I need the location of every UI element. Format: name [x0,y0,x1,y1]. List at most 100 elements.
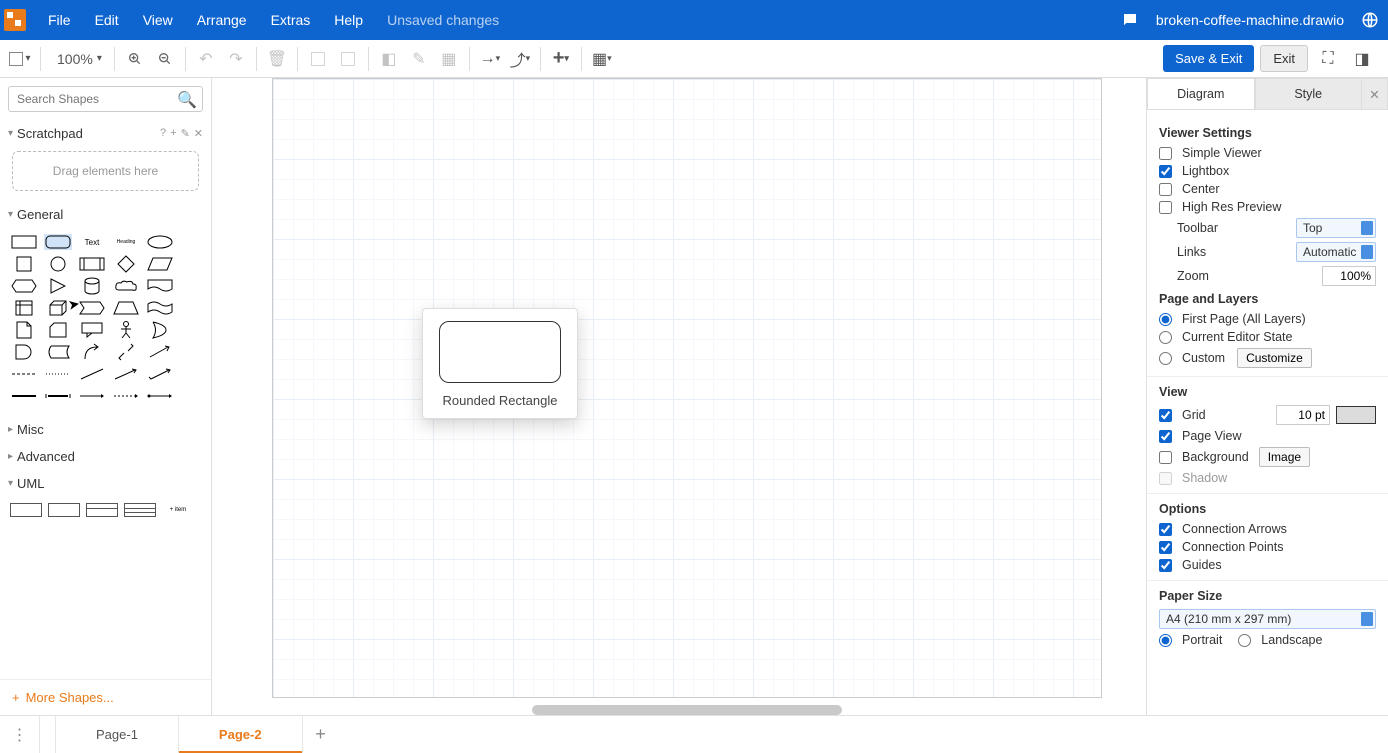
waypoint-style-button[interactable]: ⤴ ▾ [506,45,534,73]
diamond-shape[interactable] [112,256,140,272]
blank-shape-2[interactable] [180,256,208,272]
background-checkbox[interactable] [1159,451,1172,464]
line-arrow-1-shape[interactable] [112,366,140,382]
blank-shape[interactable] [180,234,208,250]
delete-button[interactable]: 🗑 [263,45,291,73]
line-arrow-2-shape[interactable] [146,366,174,382]
arrow-shape[interactable] [146,344,174,360]
text-shape[interactable]: Text [78,234,106,250]
line-color-button[interactable]: ✎ [405,45,433,73]
horizontal-scrollbar[interactable] [532,705,842,715]
uml-interface-shape[interactable] [86,503,118,517]
menu-extras[interactable]: Extras [259,0,323,40]
blank-shape-8[interactable] [180,388,208,404]
curve-arrow-shape[interactable] [78,344,106,360]
background-image-button[interactable]: Image [1259,447,1310,467]
misc-section[interactable]: ▸ Misc [0,416,211,443]
trapezoid-shape[interactable] [112,300,140,316]
or-shape[interactable] [146,322,174,338]
custom-radio[interactable] [1159,352,1172,365]
format-panel-toggle[interactable]: ◨ [1348,45,1376,73]
toolbar-pos-select[interactable]: Top [1296,218,1376,238]
uml-object-shape[interactable] [10,503,42,517]
portrait-radio[interactable] [1159,634,1172,647]
page-tab-2[interactable]: Page-2 [179,716,303,753]
redo-button[interactable]: ↷ [222,45,250,73]
document-shape[interactable] [146,278,174,294]
fill-color-button[interactable]: ◧ [375,45,403,73]
zoom-out-button[interactable] [151,45,179,73]
menu-edit[interactable]: Edit [83,0,131,40]
connector-1-shape[interactable] [10,388,38,404]
scratchpad-close-icon[interactable]: ✕ [194,127,203,140]
actor-shape[interactable] [112,322,140,338]
dashed-line-shape[interactable] [10,366,38,382]
zoom-in-button[interactable] [121,45,149,73]
menu-help[interactable]: Help [322,0,375,40]
globe-icon[interactable] [1356,6,1384,34]
more-shapes-button[interactable]: + More Shapes... [0,679,211,715]
cylinder-shape[interactable] [78,278,106,294]
center-checkbox[interactable] [1159,183,1172,196]
bidirectional-arrow-shape[interactable] [112,344,140,360]
page-view-checkbox[interactable] [1159,430,1172,443]
add-page-button[interactable]: + [303,716,339,753]
blank-shape-7[interactable] [180,366,208,382]
to-back-button[interactable] [334,45,362,73]
conn-points-checkbox[interactable] [1159,541,1172,554]
undo-button[interactable]: ↶ [192,45,220,73]
uml-item-shape[interactable]: + item [162,503,194,517]
scratchpad-edit-icon[interactable]: ✎ [181,127,190,140]
square-shape[interactable] [10,256,38,272]
tab-close-button[interactable]: ✕ [1362,78,1388,109]
connector-4-shape[interactable] [112,388,140,404]
simple-viewer-checkbox[interactable] [1159,147,1172,160]
rounded-rectangle-shape[interactable] [44,234,72,250]
blank-shape-5[interactable] [180,322,208,338]
insert-button[interactable]: + ▾ [547,45,575,73]
connector-2-shape[interactable] [44,388,72,404]
customize-button[interactable]: Customize [1237,348,1312,368]
to-front-button[interactable] [304,45,332,73]
landscape-radio[interactable] [1238,634,1251,647]
dotted-line-shape[interactable] [44,366,72,382]
circle-shape[interactable] [44,256,72,272]
lightbox-checkbox[interactable] [1159,165,1172,178]
shadow-button[interactable]: ▦ [435,45,463,73]
scratchpad-section[interactable]: ▾ Scratchpad ? + ✎ ✕ [0,120,211,147]
page-tab-1[interactable]: Page-1 [56,716,179,753]
blank-shape-4[interactable] [180,300,208,316]
comments-icon[interactable] [1116,6,1144,34]
canvas[interactable]: Rounded Rectangle [212,78,1146,715]
ellipse-shape[interactable] [146,234,174,250]
search-shapes-input[interactable] [8,86,203,112]
rectangle-shape[interactable] [10,234,38,250]
grid-size-input[interactable] [1276,405,1330,425]
and-shape[interactable] [10,344,38,360]
general-section[interactable]: ▾ General [0,201,211,228]
cloud-shape[interactable] [112,278,140,294]
shadow-checkbox[interactable] [1159,472,1172,485]
line-shape[interactable] [78,366,106,382]
scratchpad-dropzone[interactable]: Drag elements here [12,151,199,191]
current-editor-radio[interactable] [1159,331,1172,344]
connector-5-shape[interactable] [146,388,174,404]
tape-shape[interactable] [146,300,174,316]
advanced-section[interactable]: ▸ Advanced [0,443,211,470]
uml-component-shape[interactable] [124,503,156,517]
note-shape[interactable] [10,322,38,338]
parallelogram-shape[interactable] [146,256,174,272]
save-exit-button[interactable]: Save & Exit [1163,45,1254,72]
card-shape[interactable] [44,322,72,338]
exit-button[interactable]: Exit [1260,45,1308,72]
hexagon-shape[interactable] [10,278,38,294]
tab-diagram[interactable]: Diagram [1147,78,1255,109]
zoom-input[interactable] [1322,266,1376,286]
blank-shape-6[interactable] [180,344,208,360]
uml-section[interactable]: ▾ UML [0,470,211,497]
scratchpad-add-icon[interactable]: + [170,127,176,140]
internal-storage-shape[interactable] [10,300,38,316]
grid-checkbox[interactable] [1159,409,1172,422]
sidebar-toggle-button[interactable]: ▾ [6,45,34,73]
highres-checkbox[interactable] [1159,201,1172,214]
